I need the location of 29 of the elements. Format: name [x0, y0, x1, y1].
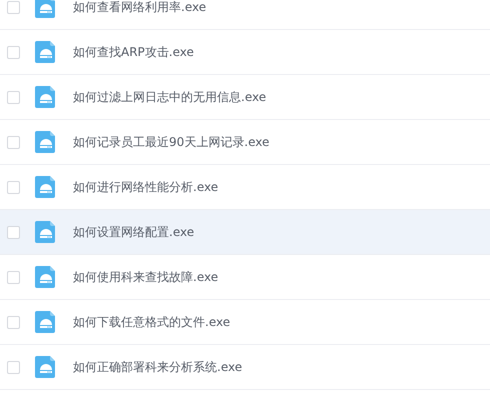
file-icon	[35, 0, 57, 18]
checkbox[interactable]	[7, 360, 20, 374]
file-icon	[35, 41, 57, 63]
file-icon	[35, 131, 57, 153]
checkbox[interactable]	[7, 0, 20, 14]
file-name[interactable]: 如何正确部署科来分析系统.exe	[73, 358, 242, 376]
file-icon	[35, 266, 57, 288]
file-name[interactable]: 如何过滤上网日志中的无用信息.exe	[73, 88, 266, 106]
file-icon	[35, 176, 57, 198]
file-name[interactable]: 如何设置网络配置.exe	[73, 224, 194, 240]
checkbox[interactable]	[7, 270, 20, 284]
file-name[interactable]: 如何记录员工最近90天上网记录.exe	[73, 134, 270, 150]
checkbox[interactable]	[7, 316, 20, 328]
checkbox[interactable]	[7, 226, 20, 238]
checkbox[interactable]	[7, 46, 20, 58]
file-name[interactable]: 如何查看网络利用率.exe	[73, 0, 206, 16]
checkbox[interactable]	[7, 90, 20, 104]
file-name[interactable]: 如何查找ARP攻击.exe	[73, 44, 194, 60]
file-name[interactable]: 如何使用科来查找故障.exe	[73, 268, 218, 286]
file-icon	[35, 356, 57, 378]
file-icon	[35, 86, 57, 108]
file-name[interactable]: 如何进行网络性能分析.exe	[73, 178, 218, 196]
checkbox[interactable]	[7, 180, 20, 194]
file-row[interactable]: 如何设置网络配置.exe	[0, 210, 490, 255]
file-row[interactable]: 如何查看网络利用率.exe	[0, 0, 490, 30]
checkbox[interactable]	[7, 136, 20, 148]
file-name[interactable]: 如何下载任意格式的文件.exe	[73, 314, 230, 330]
file-icon	[35, 311, 57, 333]
file-icon	[35, 221, 57, 243]
